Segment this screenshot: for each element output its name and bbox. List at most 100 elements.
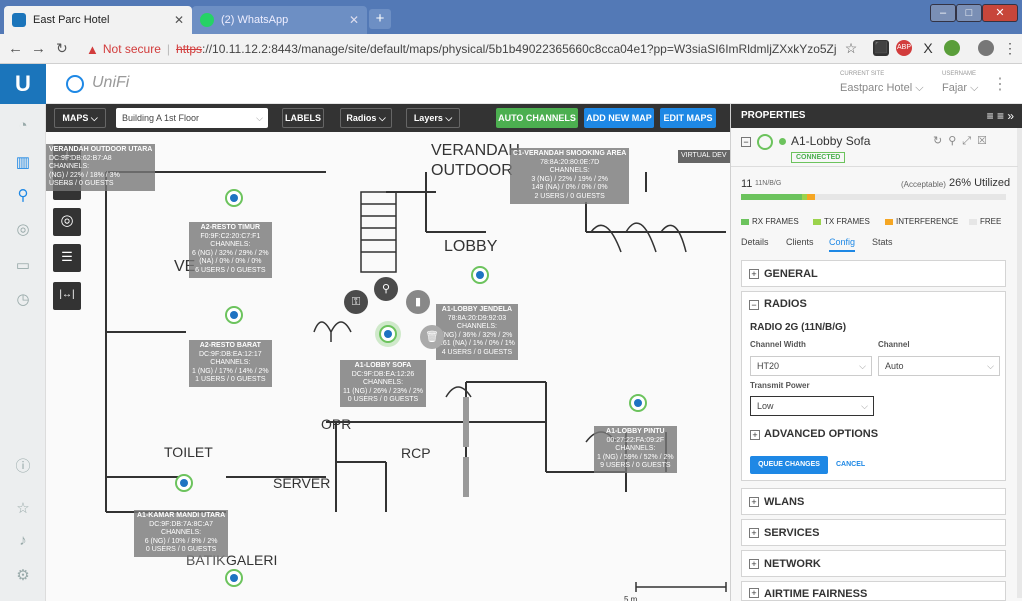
events-icon[interactable]: ☆	[13, 499, 33, 519]
ubiquiti-icon	[12, 13, 26, 27]
status-badge: CONNECTED	[791, 152, 846, 163]
statistics-icon[interactable]: ▥	[13, 153, 33, 173]
channel-width-select[interactable]: HT20	[750, 356, 872, 376]
alerts-bell-icon[interactable]: ♪	[13, 531, 33, 551]
insights-icon[interactable]: ◷	[13, 290, 33, 310]
access-point-marker-selected[interactable]	[379, 325, 397, 343]
maximize-button[interactable]: □	[956, 4, 982, 22]
map-icon[interactable]: ⚲	[13, 186, 33, 206]
maps-dropdown[interactable]: MAPS ⌵	[54, 108, 106, 128]
site-select[interactable]: Eastparc Hotel ⌵	[840, 82, 924, 95]
floor-select[interactable]: Building A 1st Floor ⌵	[116, 108, 268, 128]
ap-label[interactable]: A1-KAMAR MANDI UTARA DC:9F:DB:7A:8C:A7 CHA…	[134, 510, 229, 557]
settings-gear-icon[interactable]: ⚙	[13, 566, 33, 586]
extension-icon[interactable]: ⬛	[873, 40, 889, 56]
layers-dropdown[interactable]: Layers ⌵	[406, 108, 460, 128]
add-new-map-button[interactable]: ADD NEW MAP	[584, 108, 654, 128]
center-map-icon[interactable]: ◎	[53, 208, 81, 236]
access-point-marker[interactable]	[225, 569, 243, 587]
star-icon[interactable]: ☆	[843, 40, 859, 56]
tab-whatsapp[interactable]: (2) WhatsApp ✕	[192, 6, 367, 34]
access-point-marker[interactable]	[471, 266, 489, 284]
expand-icon: +	[749, 559, 759, 569]
link-icon[interactable]: ⚲	[374, 277, 398, 301]
collapse-icon[interactable]: −	[749, 300, 759, 310]
expand-icon[interactable]: +	[750, 430, 760, 440]
ap-label[interactable]: VERANDAH OUTDOOR UTARA DC:9F:DB:62:B7:A8 C…	[46, 144, 156, 191]
floor-plan-map[interactable]: + − ◎ ☰ |↔| VERANDAH OUTDOOR LOBBY OPR T…	[46, 132, 730, 601]
radio-title: RADIO 2G (11N/B/G)	[750, 322, 847, 333]
reload-icon[interactable]: ↻	[56, 40, 68, 57]
trash-icon[interactable]: 🗑	[420, 325, 444, 349]
adblock-icon[interactable]: ABP	[896, 40, 912, 56]
devices-icon[interactable]: ◎	[13, 220, 33, 240]
auto-channels-button[interactable]: AUTO CHANNELS	[496, 108, 578, 128]
new-tab-button[interactable]: +	[369, 9, 391, 29]
panel-menu-icon[interactable]: ≡ ≡ »	[987, 104, 1014, 128]
room-label: TOILET	[164, 444, 213, 460]
forward-arrow-icon[interactable]: →	[31, 40, 46, 57]
tab-config[interactable]: Config	[829, 237, 856, 252]
address-bar-row: ← → ↻ ▲ Not secure | https ://10.11.12.2…	[0, 34, 1022, 64]
ap-label[interactable]: A1-LOBBY SOFA DC:9F:DB:EA:12:26 CHANNELS: 1…	[340, 360, 427, 407]
radios-dropdown[interactable]: Radios ⌵	[340, 108, 392, 128]
access-point-marker[interactable]	[225, 189, 243, 207]
tab-clients[interactable]: Clients	[786, 237, 814, 247]
panel-scrollbar[interactable]	[1017, 128, 1022, 598]
user-select[interactable]: Fajar ⌵	[942, 82, 978, 95]
unifi-header: UniFi CURRENT SITE Eastparc Hotel ⌵ USER…	[46, 64, 1022, 104]
more-kebab-icon[interactable]: ⋮	[992, 74, 1008, 94]
dashboard-icon[interactable]: ◔	[13, 116, 33, 136]
close-icon[interactable]: ✕	[174, 13, 184, 27]
ap-label[interactable]: A1-LOBBY JENDELA 78:8A:20:D9:92:03 CHANNEL…	[436, 304, 518, 360]
device-status-icon	[757, 134, 773, 150]
edit-maps-button[interactable]: EDIT MAPS	[660, 108, 716, 128]
expand-icon: +	[749, 528, 759, 538]
tab-details[interactable]: Details	[741, 237, 769, 247]
ap-label[interactable]: A2-RESTO BARAT DC:9F:DB:EA:12:17 CHANNELS:…	[189, 340, 272, 387]
tx-power-select[interactable]: Low	[750, 396, 874, 416]
info-icon[interactable]: ⓘ	[13, 457, 33, 477]
back-arrow-icon[interactable]: ←	[8, 40, 23, 57]
access-point-marker[interactable]	[629, 394, 647, 412]
section-network[interactable]: + NETWORK	[741, 550, 1006, 577]
collapse-icon[interactable]: −	[741, 137, 751, 147]
expand-icon: +	[749, 497, 759, 507]
minimize-button[interactable]: –	[930, 4, 956, 22]
list-icon[interactable]: ☰	[53, 244, 81, 272]
tx-power-label: Transmit Power	[750, 381, 810, 390]
globe-icon[interactable]	[944, 40, 960, 56]
access-point-marker[interactable]	[175, 474, 193, 492]
section-wlans[interactable]: + WLANS	[741, 488, 1006, 515]
url-path: ://10.11.12.2:8443/manage/site/default/m…	[202, 42, 836, 56]
device-actions-icons[interactable]: ↻⚲⤢☒	[933, 134, 993, 148]
ap-label[interactable]: A2-RESTO TIMUR F0:9F:C2:20:C7:F1 CHANNELS:…	[189, 222, 272, 278]
fit-width-icon[interactable]: |↔|	[53, 282, 81, 310]
cancel-button[interactable]: CANCEL	[836, 461, 865, 468]
section-general[interactable]: + GENERAL	[741, 260, 1006, 287]
advanced-options-toggle[interactable]: ADVANCED OPTIONS	[764, 428, 878, 440]
ap-label[interactable]: C1-VERANDAH SMOOKING AREA 78:8A:20:80:0E:…	[510, 148, 630, 204]
url-input[interactable]: ▲ Not secure | https ://10.11.12.2:8443/…	[86, 39, 836, 59]
section-airtime-fairness[interactable]: + AIRTIME FAIRNESS	[741, 581, 1006, 601]
x-extension-icon[interactable]: X	[920, 40, 936, 56]
profile-avatar[interactable]	[978, 40, 994, 56]
tab-stats[interactable]: Stats	[872, 237, 893, 247]
unifi-logo-icon[interactable]: U	[0, 64, 46, 104]
close-icon[interactable]: ✕	[349, 13, 359, 27]
url-scheme: https	[176, 42, 203, 56]
room-label: GALERI	[226, 552, 278, 568]
access-point-marker[interactable]	[225, 306, 243, 324]
queue-changes-button[interactable]: QUEUE CHANGES	[750, 456, 828, 474]
interference-bar	[807, 194, 816, 200]
section-services[interactable]: + SERVICES	[741, 519, 1006, 546]
lock-icon[interactable]: ⚿	[344, 290, 368, 314]
window-close-button[interactable]: ✕	[982, 4, 1018, 22]
menu-kebab-icon[interactable]: ⋮	[1002, 40, 1018, 56]
ap-label[interactable]: A1-LOBBY PINTU 00:27:22:FA:09:2F CHANNELS:…	[594, 426, 677, 473]
labels-button[interactable]: LABELS	[282, 108, 324, 128]
clients-icon[interactable]: ▭	[13, 256, 33, 276]
tab-east-parc-hotel[interactable]: East Parc Hotel ✕	[4, 6, 192, 34]
channel-select[interactable]: Auto	[878, 356, 1000, 376]
stats-chart-icon[interactable]: ▮	[406, 290, 430, 314]
